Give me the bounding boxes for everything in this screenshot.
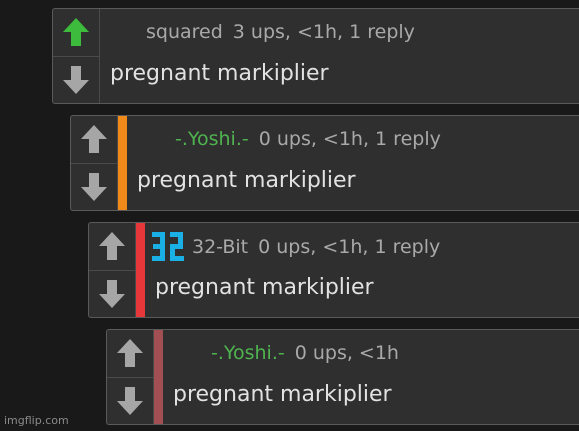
comment-32-bit: 32-Bit 0 ups, <1h, 1 reply pregnant mark… <box>88 222 579 318</box>
comment-body: squared 3 ups, <1h, 1 reply pregnant mar… <box>100 9 579 103</box>
down-arrow-icon <box>81 172 107 201</box>
thread-depth-stripe <box>154 330 163 424</box>
down-arrow-icon <box>117 386 143 415</box>
comment-body: 32-Bit 0 ups, <1h, 1 reply pregnant mark… <box>145 223 579 317</box>
upvote-button[interactable] <box>89 223 135 271</box>
vote-column <box>107 330 154 424</box>
comment-text: pregnant markiplier <box>110 61 329 86</box>
comment-text: pregnant markiplier <box>137 168 356 193</box>
downvote-button[interactable] <box>53 57 99 104</box>
downvote-button[interactable] <box>89 271 135 318</box>
downvote-button[interactable] <box>107 378 153 425</box>
watermark: imgflip.com <box>4 414 69 427</box>
comment-stats: 3 ups, <1h, 1 reply <box>232 21 415 43</box>
thread-depth-stripe <box>136 223 145 317</box>
username-link[interactable]: squared <box>146 21 223 43</box>
comment-thread: squared 3 ups, <1h, 1 reply pregnant mar… <box>0 0 579 431</box>
username-link[interactable]: -.Yoshi.- <box>211 342 285 364</box>
comment-text: pregnant markiplier <box>155 275 374 300</box>
upvote-button[interactable] <box>71 116 117 164</box>
comment-yoshi-1: -.Yoshi.- 0 ups, <1h, 1 reply pregnant m… <box>70 115 579 211</box>
comment-stats: 0 ups, <1h <box>294 342 399 364</box>
comment-meta: 32-Bit 0 ups, <1h, 1 reply <box>150 230 440 264</box>
comment-text: pregnant markiplier <box>173 382 392 407</box>
vote-column <box>89 223 136 317</box>
comment-stats: 0 ups, <1h, 1 reply <box>258 128 441 150</box>
up-arrow-icon <box>81 125 107 154</box>
thread-depth-stripe <box>118 116 127 210</box>
up-arrow-icon <box>99 232 125 261</box>
comment-meta: squared 3 ups, <1h, 1 reply <box>146 21 415 43</box>
username-link[interactable]: 32-Bit <box>192 236 248 258</box>
down-arrow-icon <box>63 65 89 94</box>
vote-column <box>71 116 118 210</box>
comment-stats: 0 ups, <1h, 1 reply <box>258 236 441 258</box>
comment-body: -.Yoshi.- 0 ups, <1h, 1 reply pregnant m… <box>127 116 579 210</box>
up-arrow-icon <box>63 18 89 47</box>
downvote-button[interactable] <box>71 164 117 211</box>
up-arrow-icon <box>117 339 143 368</box>
comment-squared: squared 3 ups, <1h, 1 reply pregnant mar… <box>52 8 579 104</box>
down-arrow-icon <box>99 279 125 308</box>
comment-meta: -.Yoshi.- 0 ups, <1h, 1 reply <box>175 128 441 150</box>
32-bit-badge-icon <box>152 232 184 261</box>
vote-column <box>53 9 100 103</box>
comment-yoshi-2: -.Yoshi.- 0 ups, <1h pregnant markiplier <box>106 329 579 425</box>
upvote-button[interactable] <box>107 330 153 378</box>
upvote-button[interactable] <box>53 9 99 57</box>
comment-body: -.Yoshi.- 0 ups, <1h pregnant markiplier <box>163 330 579 424</box>
username-link[interactable]: -.Yoshi.- <box>175 128 249 150</box>
comment-meta: -.Yoshi.- 0 ups, <1h <box>211 342 399 364</box>
